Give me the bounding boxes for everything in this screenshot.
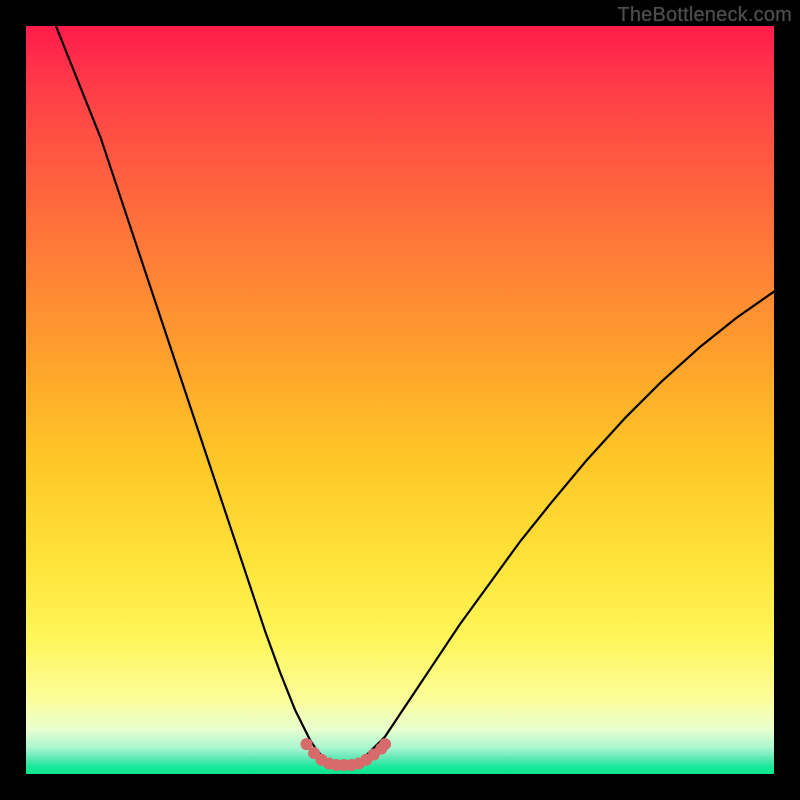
marker-dot (379, 738, 391, 750)
bottleneck-curve-path (56, 26, 774, 765)
curve-layer (56, 26, 774, 765)
chart-svg (26, 26, 774, 774)
chart-frame: TheBottleneck.com (0, 0, 800, 800)
plot-area (26, 26, 774, 774)
watermark-label: TheBottleneck.com (617, 4, 792, 27)
